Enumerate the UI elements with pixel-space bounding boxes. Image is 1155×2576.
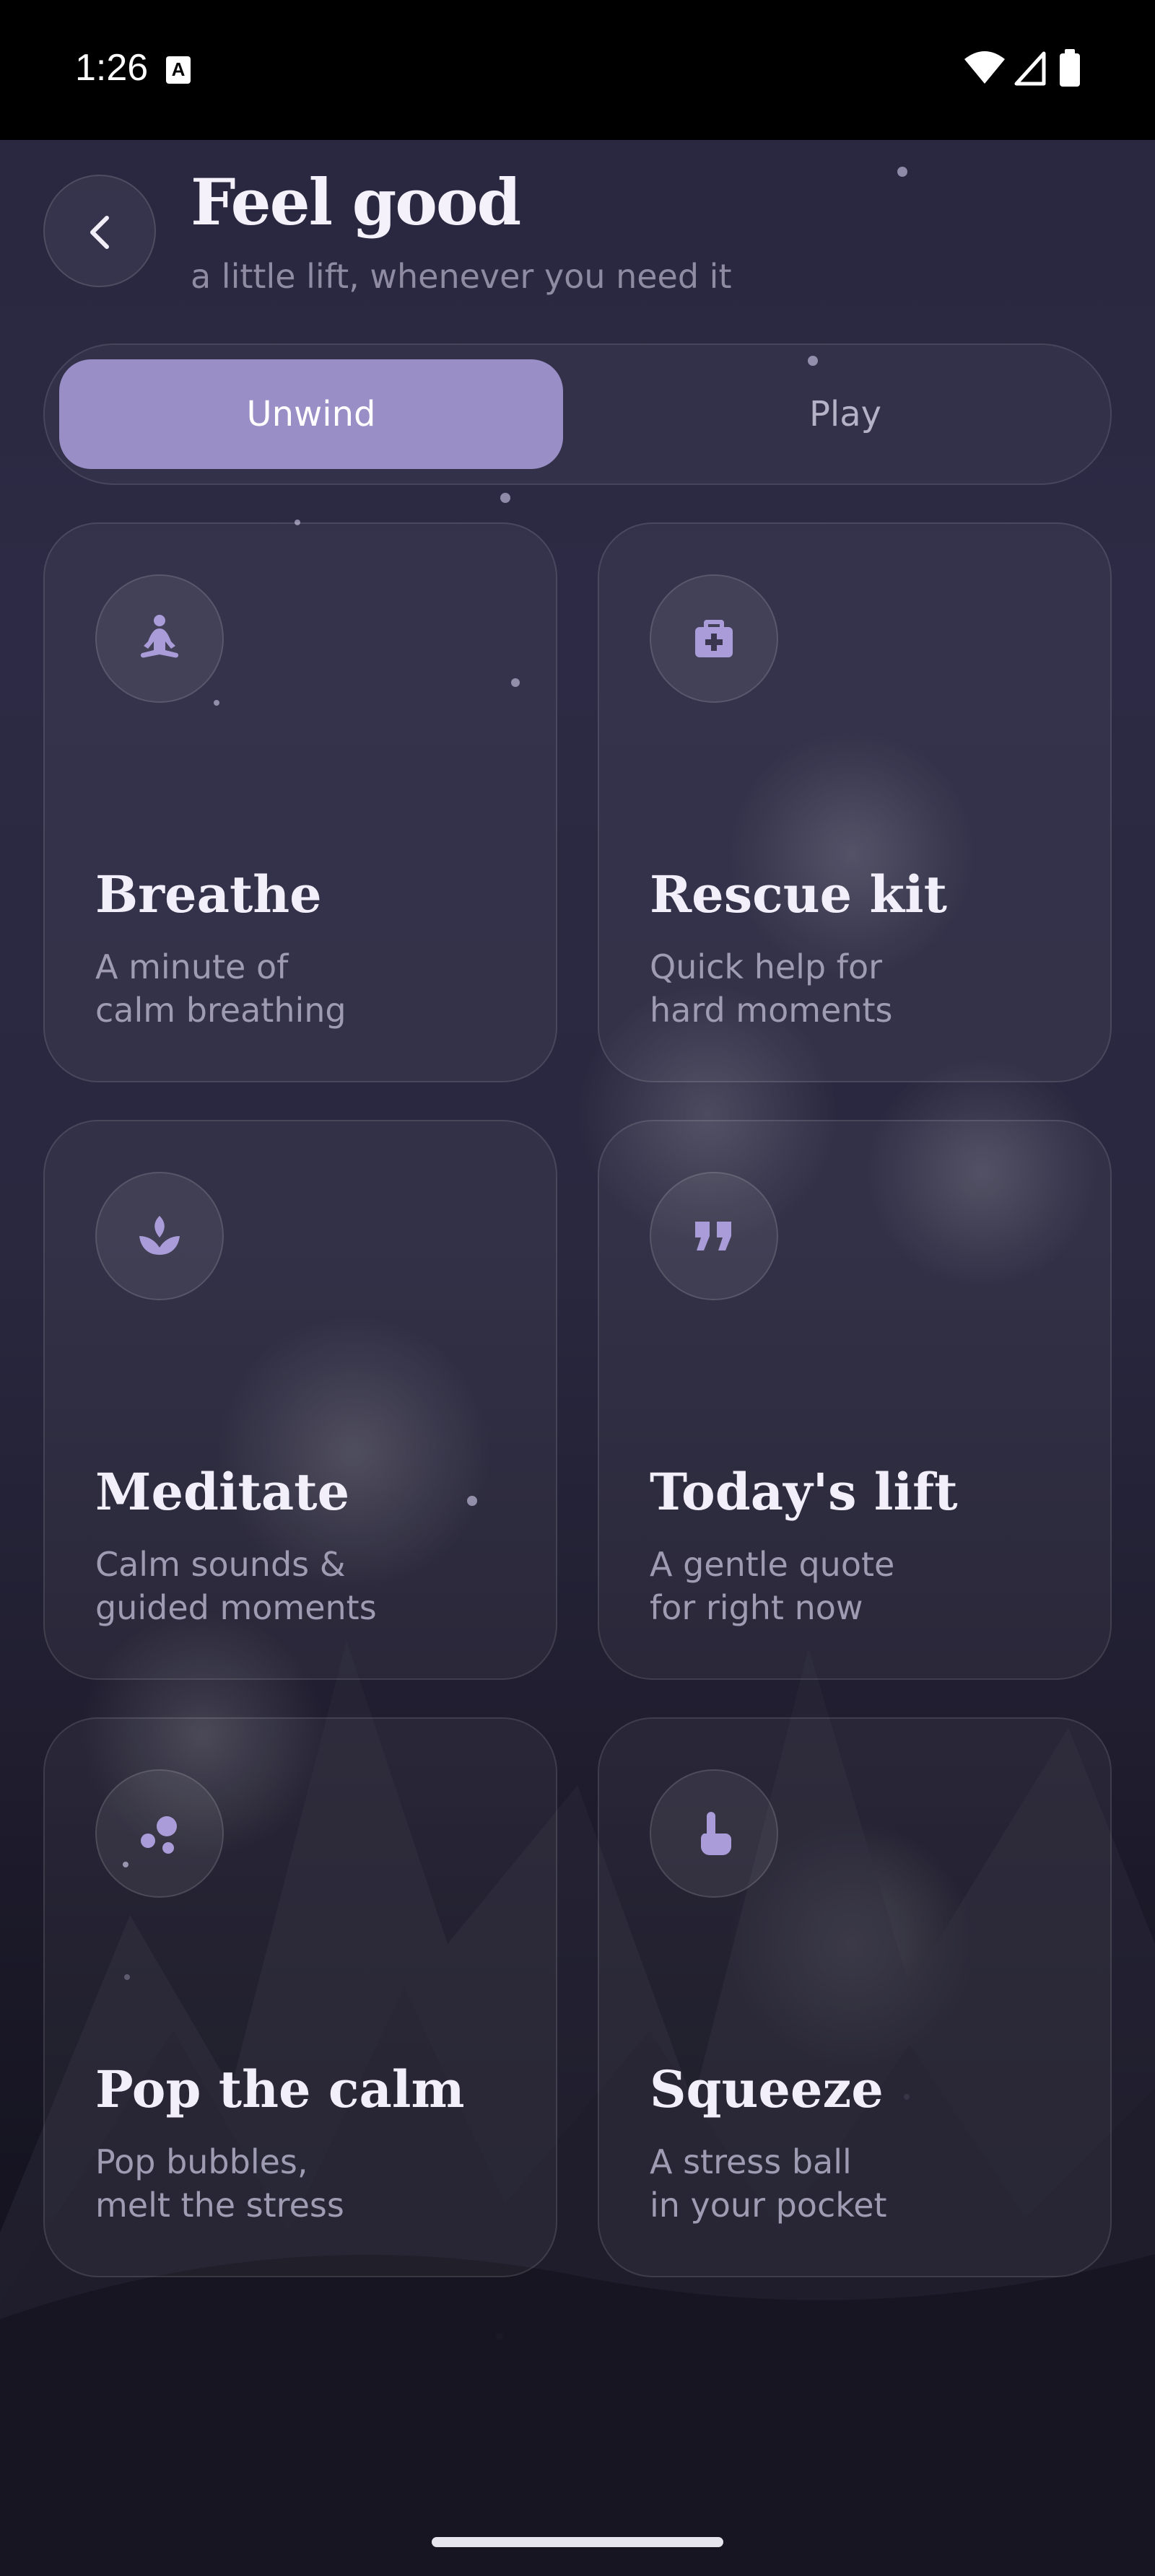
page-subtitle: a little lift, whenever you need it	[191, 257, 732, 296]
tab-play[interactable]: Play	[593, 359, 1097, 469]
card-icon-badge	[650, 574, 778, 703]
chevron-left-icon	[90, 216, 109, 249]
card-meditate[interactable]: Meditate Calm sounds & guided moments	[43, 1120, 557, 1680]
card-description: A gentle quote for right now	[650, 1545, 895, 1627]
card-squeeze[interactable]: Squeeze A stress ball in your pocket	[598, 1717, 1112, 2277]
card-rescue-kit[interactable]: Rescue kit Quick help for hard moments	[598, 522, 1112, 1082]
meditation-person-icon	[140, 615, 179, 658]
wifi-icon	[964, 51, 1005, 84]
card-title: Meditate	[95, 1462, 350, 1522]
status-time: 1:26	[75, 47, 149, 89]
card-pop-the-calm[interactable]: Pop the calm Pop bubbles, melt the stres…	[43, 1717, 557, 2277]
card-description: Pop bubbles, melt the stress	[95, 2142, 344, 2225]
card-icon-badge	[95, 1172, 224, 1300]
card-title: Rescue kit	[650, 864, 947, 924]
card-description: A stress ball in your pocket	[650, 2142, 887, 2225]
notification-icon: A	[166, 56, 191, 84]
card-icon-badge	[95, 574, 224, 703]
bubbles-icon	[141, 1816, 177, 1854]
card-icon-badge	[650, 1172, 778, 1300]
quote-icon	[695, 1222, 731, 1250]
card-description: A minute of calm breathing	[95, 947, 346, 1030]
card-breathe[interactable]: Breathe A minute of calm breathing	[43, 522, 557, 1082]
status-bar: 1:26 A	[0, 0, 1155, 140]
card-title: Squeeze	[650, 2059, 884, 2119]
card-icon-badge	[95, 1769, 224, 1898]
card-icon-badge	[650, 1769, 778, 1898]
battery-icon	[1060, 49, 1080, 87]
hand-pointer-icon	[700, 1812, 731, 1855]
card-todays-lift[interactable]: Today's lift A gentle quote for right no…	[598, 1120, 1112, 1680]
card-title: Today's lift	[650, 1462, 958, 1522]
card-description: Quick help for hard moments	[650, 947, 893, 1030]
card-title: Pop the calm	[95, 2059, 465, 2119]
tab-unwind[interactable]: Unwind	[59, 359, 563, 469]
mode-segmented-control: Unwind Play	[43, 343, 1112, 485]
card-description: Calm sounds & guided moments	[95, 1545, 377, 1627]
page-title: Feel good	[191, 165, 521, 240]
status-icons	[963, 48, 1086, 91]
back-button[interactable]	[43, 175, 156, 287]
first-aid-kit-icon	[695, 620, 733, 657]
lotus-icon	[139, 1216, 180, 1255]
card-title: Breathe	[95, 864, 322, 924]
signal-icon	[1014, 51, 1046, 86]
gesture-nav-handle[interactable]	[432, 2537, 723, 2547]
